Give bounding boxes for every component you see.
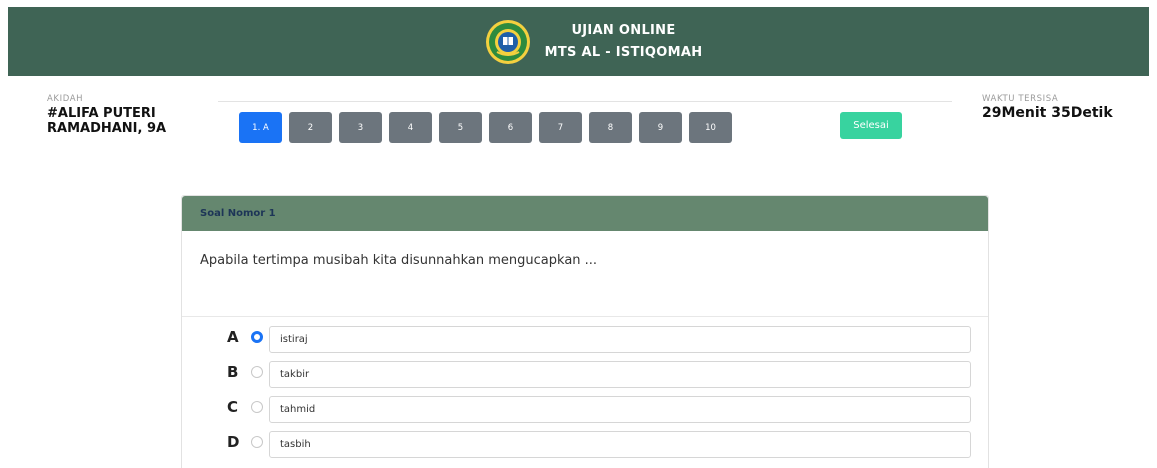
option-text[interactable]: istiraj xyxy=(269,326,971,353)
option-letter: A xyxy=(227,328,239,346)
question-nav-button[interactable]: 5 xyxy=(439,112,482,143)
option-text[interactable]: tahmid xyxy=(269,396,971,423)
option-text[interactable]: tasbih xyxy=(269,431,971,458)
school-emblem-icon xyxy=(485,19,530,64)
answer-option[interactable]: Dtasbih xyxy=(182,431,988,466)
school-name: MTS AL - ISTIQOMAH xyxy=(544,44,703,60)
header-titles: UJIAN ONLINE MTS AL - ISTIQOMAH xyxy=(545,20,703,64)
app-title: UJIAN ONLINE xyxy=(571,22,676,38)
option-letter: B xyxy=(227,363,239,381)
question-nav-button[interactable]: 10 xyxy=(689,112,732,143)
question-card: Soal Nomor 1 Apabila tertimpa musibah ki… xyxy=(181,195,989,468)
answer-option[interactable]: Ctahmid xyxy=(182,396,988,431)
option-text[interactable]: takbir xyxy=(269,361,971,388)
question-nav-button[interactable]: 2 xyxy=(289,112,332,143)
finish-button[interactable]: Selesai xyxy=(840,112,902,139)
header-brand: UJIAN ONLINE MTS AL - ISTIQOMAH xyxy=(485,19,703,65)
answer-option[interactable]: Btakbir xyxy=(182,361,988,396)
question-text: Apabila tertimpa musibah kita disunnahka… xyxy=(200,253,598,268)
timer-label: WAKTU TERSISA xyxy=(982,94,1059,104)
timer: WAKTU TERSISA 29Menit 35Detik xyxy=(982,94,1113,121)
app-header: UJIAN ONLINE MTS AL - ISTIQOMAH xyxy=(8,7,1149,76)
answer-options: Aistiraj Btakbir Ctahmid Dtasbih xyxy=(182,317,988,466)
question-nav-button[interactable]: 1. A xyxy=(239,112,282,143)
option-letter: D xyxy=(227,433,240,451)
question-nav-button[interactable]: 6 xyxy=(489,112,532,143)
student-name: #ALIFA PUTERI RAMADHANI, 9A xyxy=(47,106,167,136)
option-radio[interactable] xyxy=(251,331,263,343)
timer-value: 29Menit 35Detik xyxy=(982,105,1113,121)
question-nav-button[interactable]: 8 xyxy=(589,112,632,143)
option-radio[interactable] xyxy=(251,436,263,448)
question-nav-button[interactable]: 4 xyxy=(389,112,432,143)
subject-label: AKIDAH xyxy=(47,94,84,104)
nav-divider xyxy=(218,101,952,102)
option-letter: C xyxy=(227,398,239,416)
question-number: Soal Nomor 1 xyxy=(182,196,988,231)
question-nav-button[interactable]: 3 xyxy=(339,112,382,143)
option-radio[interactable] xyxy=(251,366,263,378)
question-navigation: 1. A 2 3 4 5 6 7 8 9 10 xyxy=(239,112,732,143)
answer-option[interactable]: Aistiraj xyxy=(182,326,988,361)
option-radio[interactable] xyxy=(251,401,263,413)
student-info: AKIDAH #ALIFA PUTERI RAMADHANI, 9A xyxy=(47,94,167,136)
question-nav-button[interactable]: 7 xyxy=(539,112,582,143)
question-nav-button[interactable]: 9 xyxy=(639,112,682,143)
